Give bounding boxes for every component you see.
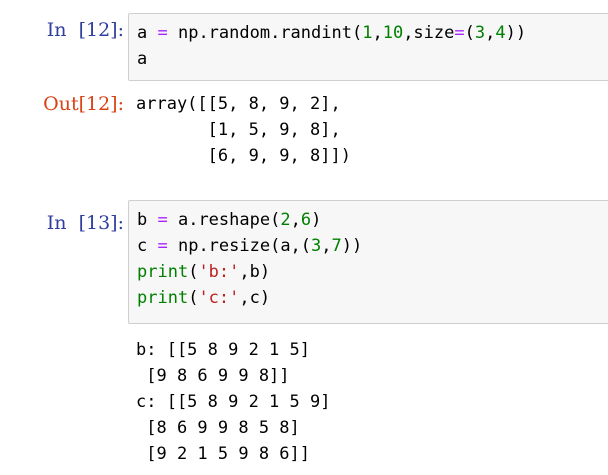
code-line: a = np.random.randint(1,10,size=(3,4)) [137,23,527,43]
output-line: [9 8 6 9 9 8]] [136,366,290,386]
output-area-13: b: [[5 8 9 2 1 5] [9 8 6 9 9 8]] c: [[5 … [136,337,608,467]
output-line: array([[5, 8, 9, 2], [136,94,341,114]
output-line: [9 2 1 5 9 8 6]] [136,444,310,464]
code-line: b = a.reshape(2,6) [137,210,322,230]
code-line: print('c:',c) [137,288,271,308]
out-prompt-12: Out[12]: [43,93,124,115]
output-area-12: array([[5, 8, 9, 2], [1, 5, 9, 8], [6, 9… [136,91,608,169]
in-prompt-12: In [12]: [46,19,124,41]
code-line: a [137,49,148,69]
code-line: print('b:',b) [137,262,271,282]
in-prompt-13: In [13]: [46,212,124,234]
output-line: c: [[5 8 9 2 1 5 9] [136,392,331,412]
code-line: c = np.resize(a,(3,7)) [137,236,363,256]
output-line: [6, 9, 9, 8]]) [136,146,351,166]
code-input-cell-13[interactable]: b = a.reshape(2,6) c = np.resize(a,(3,7)… [128,200,608,324]
output-line: [8 6 9 9 8 5 8] [136,418,300,438]
code-input-cell-12[interactable]: a = np.random.randint(1,10,size=(3,4)) a [128,13,608,81]
output-line: b: [[5 8 9 2 1 5] [136,340,310,360]
output-line: [1, 5, 9, 8], [136,120,341,140]
